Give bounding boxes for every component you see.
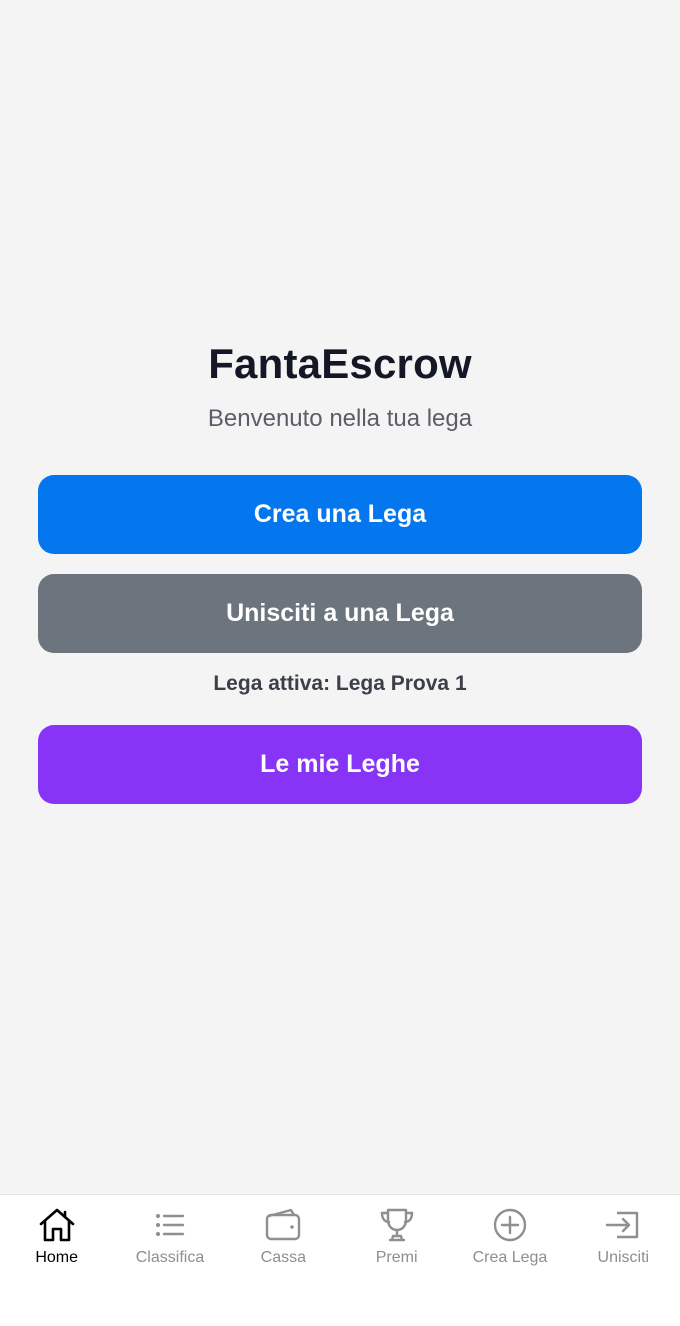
tab-classifica-label: Classifica — [135, 1249, 205, 1266]
app-title: FantaEscrow — [208, 340, 472, 387]
tab-home-label: Home — [35, 1249, 78, 1266]
tab-classifica[interactable]: Classifica — [113, 1195, 226, 1326]
plus-circle-icon — [493, 1208, 527, 1242]
tab-unisciti-label: Unisciti — [597, 1249, 650, 1266]
sign-in-icon — [606, 1211, 639, 1239]
home-content: FantaEscrow Benvenuto nella tua lega Cre… — [0, 0, 680, 1194]
tab-cassa[interactable]: Cassa — [227, 1195, 340, 1326]
tab-home[interactable]: Home — [0, 1195, 113, 1326]
active-league-text: Lega attiva: Lega Prova 1 — [213, 672, 467, 695]
tab-premi[interactable]: Premi — [340, 1195, 453, 1326]
wallet-icon — [266, 1208, 301, 1241]
tab-premi-label: Premi — [375, 1249, 418, 1266]
bottom-tab-bar: Home Classifica Cassa Premi Crea Lega Un… — [0, 1194, 680, 1326]
join-league-button[interactable]: Unisciti a una Lega — [38, 574, 642, 653]
list-icon — [155, 1214, 185, 1236]
home-icon — [39, 1208, 74, 1242]
my-leagues-button[interactable]: Le mie Leghe — [38, 725, 642, 804]
trophy-icon — [380, 1208, 413, 1242]
app-screen: FantaEscrow Benvenuto nella tua lega Cre… — [0, 0, 680, 1326]
tab-unisciti[interactable]: Unisciti — [567, 1195, 680, 1326]
welcome-subtitle: Benvenuto nella tua lega — [207, 405, 473, 432]
create-league-button[interactable]: Crea una Lega — [38, 475, 642, 554]
tab-cassa-label: Cassa — [260, 1249, 306, 1266]
tab-crea-lega[interactable]: Crea Lega — [453, 1195, 566, 1326]
tab-crea-lega-label: Crea Lega — [472, 1249, 548, 1266]
